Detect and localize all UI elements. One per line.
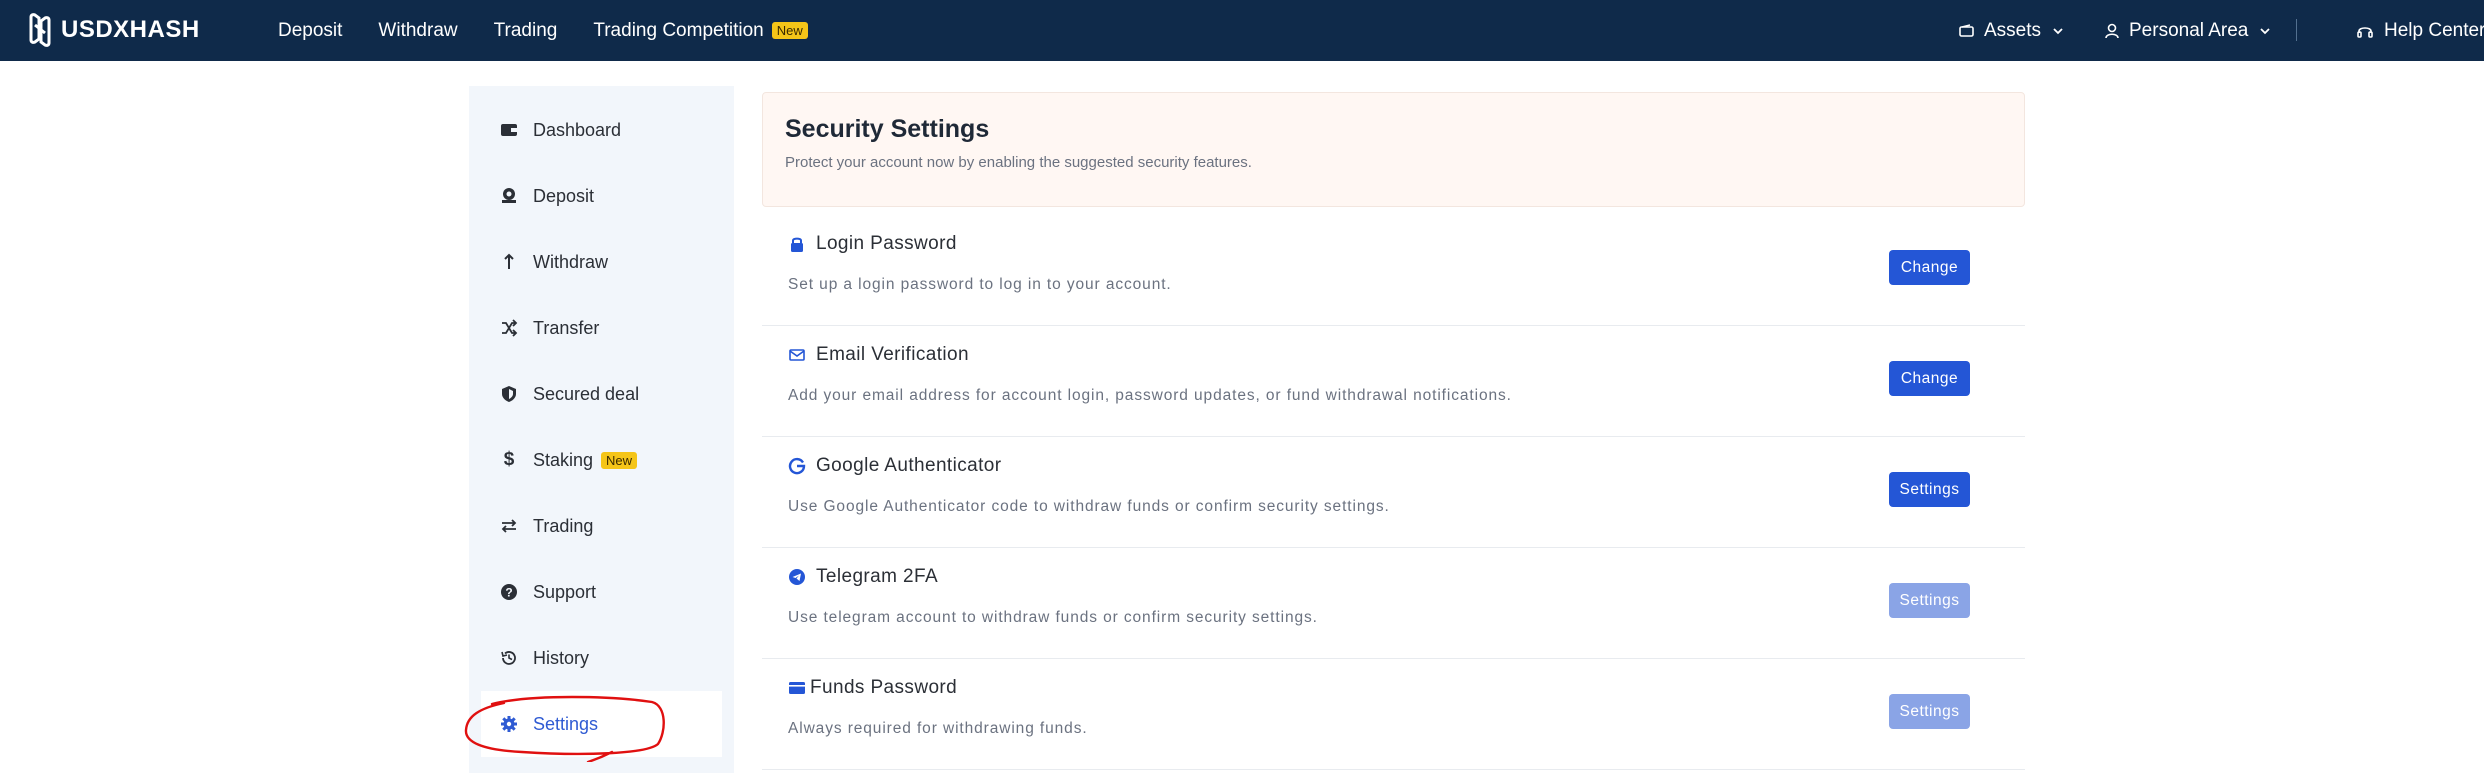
svg-text:?: ? (505, 586, 512, 600)
lock-icon (791, 237, 803, 252)
security-row-email-verification: Email Verification Add your email addres… (762, 326, 2025, 437)
page-title: Security Settings (785, 115, 990, 143)
sidebar: Dashboard Deposit Withdraw Transfer Secu… (469, 86, 734, 773)
sidebar-item-label: Trading (533, 515, 594, 536)
row-title-label: Login Password (816, 233, 957, 254)
row-title-label: Google Authenticator (816, 455, 1002, 476)
user-icon (2105, 23, 2119, 38)
sidebar-item-dashboard[interactable]: Dashboard (469, 97, 734, 163)
row-description: Always required for withdrawing funds. (788, 720, 1088, 737)
sidebar-item-label: Withdraw (533, 251, 609, 272)
row-description: Add your email address for account login… (788, 387, 1512, 404)
email-verification-change-button[interactable]: Change (1889, 361, 1970, 396)
google-icon (788, 457, 806, 475)
row-title-label: Telegram 2FA (816, 566, 939, 587)
login-password-change-button[interactable]: Change (1889, 250, 1970, 285)
exchange-icon (499, 516, 519, 536)
security-row-login-password: Login Password Set up a login password t… (762, 215, 2025, 326)
funds-password-settings-button[interactable]: Settings (1889, 694, 1970, 729)
sidebar-item-support[interactable]: ? Support (469, 559, 734, 625)
telegram-2fa-settings-button[interactable]: Settings (1889, 583, 1970, 618)
security-settings-header: Security Settings Protect your account n… (762, 92, 2025, 207)
sidebar-item-label: Deposit (533, 185, 595, 206)
row-title: Google Authenticator (788, 455, 1001, 477)
help-center-link[interactable]: Help Center (2356, 0, 2484, 61)
nav-trading-competition[interactable]: Trading Competition New (593, 19, 808, 42)
wallet-icon (499, 120, 519, 140)
headset-icon (2357, 26, 2373, 38)
arrow-up-icon (499, 252, 519, 272)
gear-icon (499, 714, 519, 734)
nav-withdraw-label: Withdraw (378, 19, 458, 41)
mail-icon (789, 349, 805, 361)
chevron-down-icon (2260, 27, 2270, 34)
nav-trading-competition-label: Trading Competition (593, 19, 764, 41)
sidebar-item-history[interactable]: History (469, 625, 734, 691)
sidebar-item-secured-deal[interactable]: Secured deal (469, 361, 734, 427)
row-description: Use Google Authenticator code to withdra… (788, 498, 1390, 515)
row-title: Telegram 2FA (788, 566, 938, 588)
top-navbar: USDXHASH Deposit Withdraw Trading Tradin… (0, 0, 2484, 61)
sidebar-item-transfer[interactable]: Transfer (469, 295, 734, 361)
dollar-icon: $ (503, 449, 515, 470)
history-icon (499, 648, 519, 668)
card-icon (789, 682, 805, 694)
row-description: Set up a login password to log in to you… (788, 276, 1172, 293)
main-nav: Deposit Withdraw Trading Trading Competi… (278, 0, 844, 61)
sidebar-item-label: Secured deal (533, 383, 640, 404)
logo-icon (29, 13, 51, 47)
row-title: Login Password (788, 233, 957, 255)
assets-label: Assets (1984, 19, 2042, 41)
row-title-label: Funds Password (810, 677, 958, 698)
sidebar-item-label: Staking (533, 449, 594, 470)
google-authenticator-settings-button[interactable]: Settings (1889, 472, 1970, 507)
new-badge: New (601, 451, 638, 469)
sidebar-item-label: Settings (533, 713, 599, 734)
brand-logo[interactable]: USDXHASH (25, 13, 200, 47)
page-subtitle: Protect your account now by enabling the… (785, 154, 1252, 171)
nav-deposit[interactable]: Deposit (278, 20, 342, 42)
sidebar-item-label: Dashboard (533, 119, 622, 140)
row-description: Use telegram account to withdraw funds o… (788, 609, 1318, 626)
nav-trading-label: Trading (493, 19, 558, 41)
telegram-icon (789, 569, 805, 585)
deposit-icon (499, 186, 519, 206)
assets-menu[interactable]: Assets (1958, 0, 2067, 61)
row-title: Funds Password (788, 677, 957, 699)
security-row-telegram-2fa: Telegram 2FA Use telegram account to wit… (762, 548, 2025, 659)
sidebar-item-trading[interactable]: Trading (469, 493, 734, 559)
chevron-down-icon (2053, 27, 2063, 34)
question-icon: ? (499, 582, 519, 602)
nav-deposit-label: Deposit (278, 19, 343, 41)
sidebar-item-deposit[interactable]: Deposit (469, 163, 734, 229)
nav-withdraw[interactable]: Withdraw (378, 20, 457, 42)
brand-name: USDXHASH (61, 16, 200, 43)
personal-area-label: Personal Area (2129, 19, 2249, 41)
security-row-funds-password: Funds Password Always required for withd… (762, 659, 2025, 770)
nav-trading[interactable]: Trading (494, 20, 558, 42)
help-center-label: Help Center (2384, 19, 2484, 41)
sidebar-item-label: History (533, 647, 590, 668)
new-badge: New (771, 22, 808, 39)
wallet-icon (1959, 23, 1974, 37)
personal-area-menu[interactable]: Personal Area (2103, 0, 2274, 61)
security-row-google-authenticator: Google Authenticator Use Google Authenti… (762, 437, 2025, 548)
sidebar-item-settings[interactable]: Settings (481, 691, 722, 757)
sidebar-item-label: Support (533, 581, 597, 602)
sidebar-item-label: Transfer (533, 317, 600, 338)
sidebar-item-staking[interactable]: $ Staking New (469, 427, 734, 493)
row-title-label: Email Verification (816, 344, 969, 365)
nav-divider (2296, 19, 2297, 41)
row-title: Email Verification (788, 344, 969, 366)
shuffle-icon (499, 318, 519, 338)
shield-icon (499, 384, 519, 404)
sidebar-item-withdraw[interactable]: Withdraw (469, 229, 734, 295)
